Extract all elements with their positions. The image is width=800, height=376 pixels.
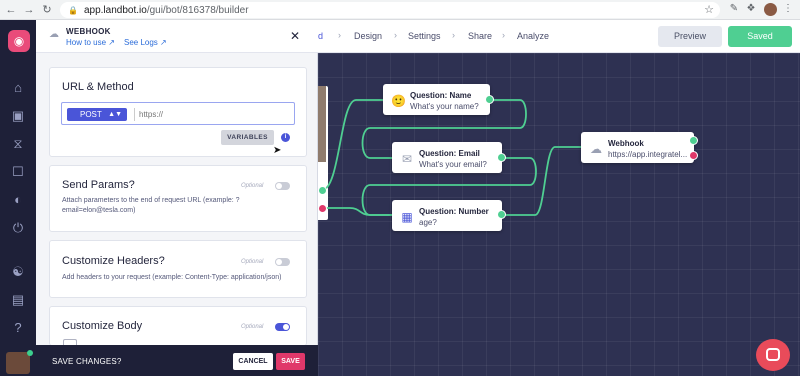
cloud-icon: ☁ <box>590 142 602 156</box>
wire-start-to-name <box>321 99 383 191</box>
node-title: Question: Email <box>419 149 480 158</box>
save-changes-bar: SAVE CHANGES? CANCEL SAVE <box>36 345 318 376</box>
node-subtitle: What's your name? <box>410 102 479 111</box>
node-subtitle: What's your email? <box>419 160 487 169</box>
url-row: POST ▲▼ <box>61 102 295 125</box>
card-title: Customize Body <box>62 320 143 332</box>
variables-button[interactable]: VARIABLES <box>221 130 274 145</box>
panel-header: ☁ WEBHOOK How to use ↗ See Logs ↗ ✕ <box>36 20 318 53</box>
optional-label: Optional <box>241 324 264 330</box>
send-params-toggle[interactable] <box>275 182 290 190</box>
card-description: Add headers to your request (example: Co… <box>62 274 282 281</box>
optional-label: Optional <box>241 183 264 189</box>
face-emoji-icon: 🙂 <box>391 94 406 108</box>
select-caret-icon: ▲▼ <box>108 111 122 118</box>
support-chat-button[interactable] <box>756 339 790 371</box>
card-title: Customize Headers? <box>62 255 165 267</box>
wire-start-to-number <box>322 207 392 216</box>
card-title: Send Params? <box>62 179 135 191</box>
envelope-icon: ✉ <box>401 152 413 166</box>
fallback-port[interactable] <box>318 204 327 213</box>
optional-label: Optional <box>241 259 264 265</box>
success-port[interactable] <box>689 136 698 145</box>
url-method-card: URL & Method POST ▲▼ VARIABLES i ➤ <box>49 67 307 157</box>
node-title: Question: Number <box>419 207 489 216</box>
node-subtitle: age? <box>419 218 437 227</box>
info-icon[interactable]: i <box>281 133 290 142</box>
node-title: Question: Name <box>410 91 472 100</box>
headers-card: Customize Headers? Optional Add headers … <box>49 240 307 298</box>
body-card: Customize Body Optional <box>49 306 307 346</box>
see-logs-link[interactable]: See Logs ↗ <box>124 38 167 47</box>
output-port[interactable] <box>485 95 494 104</box>
node-question-email[interactable]: ✉ Question: Email What's your email? <box>392 142 502 173</box>
card-description: Attach parameters to the end of request … <box>62 197 240 214</box>
webhook-panel: ☁ WEBHOOK How to use ↗ See Logs ↗ ✕ URL … <box>36 20 318 376</box>
panel-title: WEBHOOK <box>66 27 111 36</box>
node-title: Webhook <box>608 139 644 148</box>
output-port[interactable] <box>318 186 327 195</box>
method-select[interactable]: POST ▲▼ <box>67 108 127 121</box>
mouse-cursor-icon: ➤ <box>273 145 282 156</box>
cancel-button[interactable]: CANCEL <box>233 353 273 370</box>
node-question-name[interactable]: 🙂 Question: Name What's your name? <box>383 84 490 115</box>
node-webhook[interactable]: ☁ Webhook https://app.integratel... <box>581 132 694 163</box>
card-title: URL & Method <box>62 81 134 93</box>
output-port[interactable] <box>497 153 506 162</box>
chat-icon <box>766 348 780 361</box>
headers-toggle[interactable] <box>275 258 290 266</box>
url-input[interactable] <box>134 108 289 121</box>
failure-port[interactable] <box>689 151 698 160</box>
cloud-icon: ☁ <box>49 29 59 40</box>
output-port[interactable] <box>497 210 506 219</box>
save-button[interactable]: SAVE <box>276 353 305 370</box>
node-question-number[interactable]: ▦ Question: Number age? <box>392 200 502 231</box>
close-icon[interactable]: ✕ <box>290 29 300 43</box>
send-params-card: Send Params? Optional Attach parameters … <box>49 165 307 232</box>
body-toggle[interactable] <box>275 323 290 331</box>
how-to-use-link[interactable]: How to use ↗ <box>66 38 115 47</box>
number-keypad-icon: ▦ <box>401 210 413 224</box>
save-changes-label: SAVE CHANGES? <box>52 357 122 366</box>
node-subtitle: https://app.integratel... <box>608 150 688 159</box>
